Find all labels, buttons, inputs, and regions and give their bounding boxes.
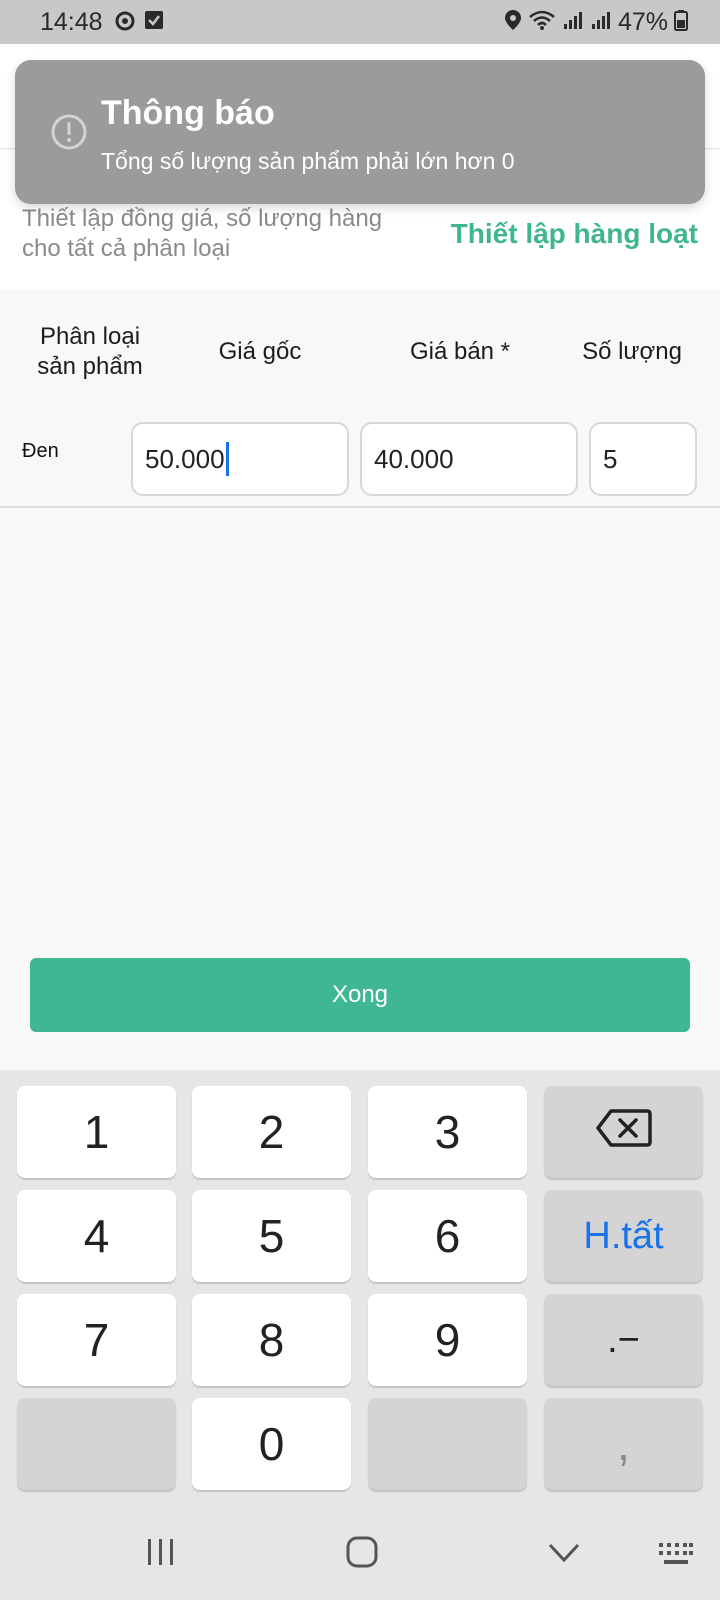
toast-message: Tổng số lượng sản phẩm phải lớn hơn 0 bbox=[101, 148, 515, 174]
signal-icon bbox=[562, 9, 584, 36]
sale-price-value: 40.000 bbox=[374, 443, 454, 474]
toast-title: Thông báo bbox=[101, 94, 275, 132]
done-button[interactable]: Xong bbox=[30, 958, 690, 1032]
key-9[interactable]: 9 bbox=[368, 1294, 527, 1386]
blank-key bbox=[368, 1398, 527, 1490]
text-caret bbox=[225, 442, 229, 476]
backspace-key[interactable] bbox=[544, 1086, 703, 1178]
variant-table-header: Phân loại sản phẩm Giá gốc Giá bán * Số … bbox=[0, 290, 720, 400]
bulk-setup-description: Thiết lập đồng giá, số lượng hàng cho tấ… bbox=[22, 205, 383, 262]
header-original-price: Giá gốc bbox=[218, 338, 302, 365]
key-1[interactable]: 1 bbox=[17, 1086, 176, 1178]
header-sale-price: Giá bán * bbox=[409, 338, 511, 365]
sale-price-input[interactable]: 40.000 bbox=[360, 422, 578, 496]
signal-icon bbox=[590, 9, 612, 36]
key-6[interactable]: 6 bbox=[368, 1190, 527, 1282]
key-4[interactable]: 4 bbox=[17, 1190, 176, 1282]
recent-apps-icon[interactable] bbox=[146, 1538, 176, 1571]
key-3[interactable]: 3 bbox=[368, 1086, 527, 1178]
key-2[interactable]: 2 bbox=[192, 1086, 351, 1178]
checkbox-icon bbox=[144, 10, 164, 37]
quantity-value: 5 bbox=[603, 443, 618, 474]
battery-percent: 47% bbox=[617, 8, 668, 36]
done-key[interactable]: H.tất bbox=[544, 1190, 703, 1282]
backspace-icon bbox=[595, 1105, 653, 1159]
header-variant: Phân loại sản phẩm bbox=[37, 323, 143, 380]
key-7[interactable]: 7 bbox=[17, 1294, 176, 1386]
home-icon[interactable] bbox=[346, 1536, 378, 1573]
original-price-input[interactable]: 50.000 bbox=[131, 422, 349, 496]
header-quantity: Số lượng bbox=[582, 338, 682, 365]
quantity-input[interactable]: 5 bbox=[589, 422, 697, 496]
status-time: 14:48 bbox=[40, 8, 103, 36]
table-row: Đen 50.000 40.000 5 bbox=[0, 400, 720, 508]
sync-icon bbox=[114, 10, 136, 37]
status-bar: 14:48 47% bbox=[0, 0, 720, 44]
original-price-value: 50.000 bbox=[145, 443, 225, 474]
keyboard-icon[interactable] bbox=[658, 1542, 694, 1571]
key-0[interactable]: 0 bbox=[192, 1398, 351, 1490]
comma-key[interactable]: , bbox=[544, 1398, 703, 1490]
variant-name: Đen bbox=[22, 440, 59, 462]
dot-minus-key[interactable]: .− bbox=[544, 1294, 703, 1386]
battery-icon bbox=[674, 9, 688, 36]
toast-notification: Thông báo Tổng số lượng sản phẩm phải lớ… bbox=[15, 60, 705, 204]
key-8[interactable]: 8 bbox=[192, 1294, 351, 1386]
blank-key bbox=[17, 1398, 176, 1490]
bulk-setup-button[interactable]: Thiết lập hàng loạt bbox=[451, 218, 698, 250]
navigation-bar bbox=[0, 1500, 720, 1600]
done-key-label: H.tất bbox=[583, 1214, 664, 1257]
location-icon bbox=[504, 9, 522, 36]
key-5[interactable]: 5 bbox=[192, 1190, 351, 1282]
wifi-icon bbox=[528, 9, 556, 36]
alert-icon bbox=[51, 114, 87, 155]
back-down-icon[interactable] bbox=[548, 1542, 580, 1569]
